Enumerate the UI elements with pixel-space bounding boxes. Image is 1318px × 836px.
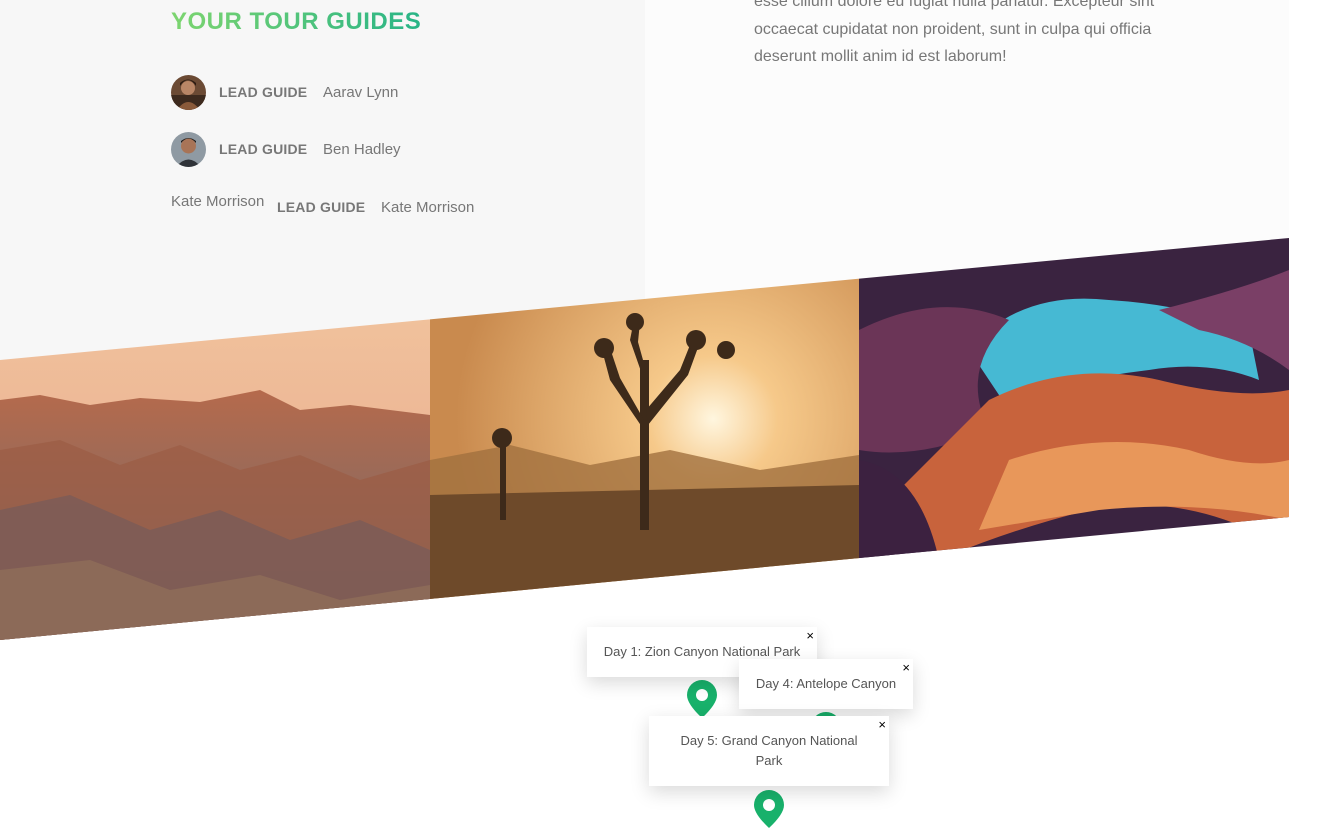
guide-row-3: Kate Morrison LEAD GUIDE Kate Morrison	[171, 189, 474, 225]
map-popup-day-4: Day 4: Antelope Canyon ×	[739, 659, 913, 709]
tour-page: YOUR TOUR GUIDES LEAD GUIDE Aarav Lynn L…	[0, 0, 1318, 836]
guide-name-3: Kate Morrison	[381, 198, 475, 216]
close-icon[interactable]: ×	[878, 718, 886, 732]
antelope-canyon-photo	[859, 238, 1289, 640]
guide-name-1: Aarav Lynn	[323, 83, 399, 101]
avatar-guide-2	[171, 131, 206, 167]
close-icon[interactable]: ×	[902, 661, 910, 675]
guide-role-1: LEAD GUIDE	[219, 84, 308, 100]
guide-role-2: LEAD GUIDE	[219, 141, 308, 157]
guide-name-2: Ben Hadley	[323, 140, 401, 158]
broken-avatar-alt-text: Kate Morrison	[171, 192, 265, 210]
tour-guides-heading: YOUR TOUR GUIDES	[171, 8, 422, 35]
map-popup-day-5: Day 5: Grand Canyon National Park ×	[649, 716, 889, 786]
map-popup-label: Day 4: Antelope Canyon	[755, 676, 897, 691]
map-marker-icon[interactable]	[685, 678, 719, 718]
guide-role-3: LEAD GUIDE	[277, 199, 366, 215]
close-icon[interactable]: ×	[806, 629, 814, 643]
map-marker-icon[interactable]	[752, 788, 786, 828]
avatar-guide-1	[171, 74, 206, 110]
map-popup-label: Day 5: Grand Canyon National Park	[680, 733, 858, 768]
guide-row-1: LEAD GUIDE Aarav Lynn	[171, 74, 398, 110]
tour-description-text: esse cillum dolore eu fugiat nulla paria…	[754, 0, 1155, 65]
guide-row-2: LEAD GUIDE Ben Hadley	[171, 131, 401, 167]
tour-map[interactable]: Day 1: Zion Canyon National Park × Day 4…	[0, 600, 1318, 836]
